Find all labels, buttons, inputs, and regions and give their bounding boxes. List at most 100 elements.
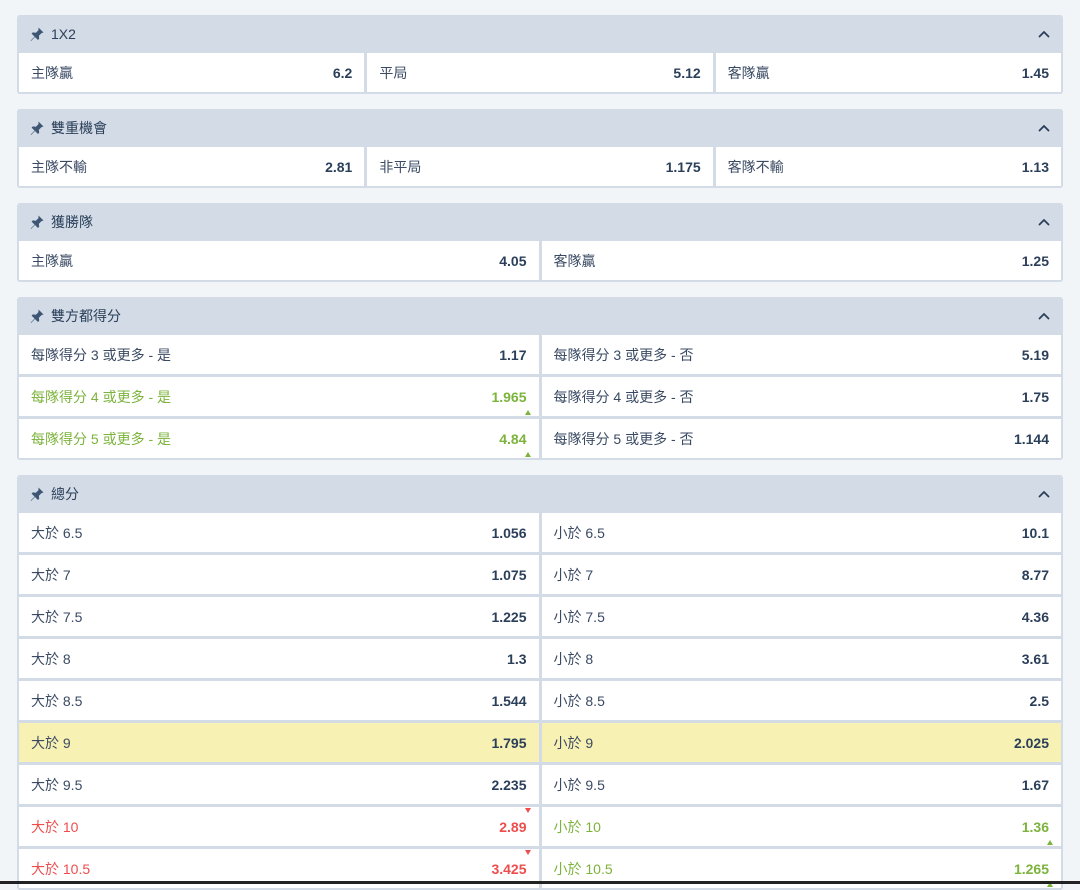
odds-button[interactable]: 小於 8 3.61 [541,639,1061,678]
odds-button[interactable]: 主隊不輸 2.81 [19,147,365,186]
odds-button[interactable]: 主隊贏 4.05 [19,241,539,280]
selection-label: 每隊得分 3 或更多 - 是 [31,346,172,363]
market-header[interactable]: 雙方都得分 [17,297,1063,335]
chevron-up-icon[interactable] [1037,215,1051,229]
market-header[interactable]: 獲勝隊 [17,203,1063,241]
selection-label: 小於 8.5 [553,692,605,709]
market-selections: 每隊得分 3 或更多 - 是 1.17 每隊得分 3 或更多 - 否 5.19 每隊得分… [17,335,1063,460]
odds-value: 1.175 [665,158,701,175]
odds-button[interactable]: 小於 7 8.77 [541,555,1061,594]
selection-row: 每隊得分 4 或更多 - 是 1.965 每隊得分 4 或更多 - 否 1.75 [19,377,1061,416]
selection-label: 主隊贏 [31,252,73,269]
chevron-up-icon[interactable] [1037,309,1051,323]
odds-value: 2.235 [491,776,527,793]
market-title: 1X2 [51,26,76,42]
selection-label: 小於 9.5 [553,776,605,793]
odds-button[interactable]: 大於 10 2.89 [19,807,539,846]
selection-row: 大於 7.5 1.225 小於 7.5 4.36 [19,597,1061,636]
odds-button[interactable]: 小於 10 1.36 [541,807,1061,846]
odds-value: 8.77 [1021,566,1049,583]
market-header[interactable]: 1X2 [17,15,1063,53]
odds-button[interactable]: 大於 8.5 1.544 [19,681,539,720]
market-selections: 主隊贏 6.2 平局 5.12 客隊贏 1.45 [17,53,1063,94]
selection-label: 客隊贏 [553,252,596,269]
odds-value: 1.13 [1021,158,1049,175]
odds-value: 1.144 [1013,430,1049,447]
odds-value: 4.05 [499,252,527,269]
odds-button[interactable]: 客隊不輸 1.13 [715,147,1061,186]
market-header[interactable]: 雙重機會 [17,109,1063,147]
odds-value: 1.795 [491,734,527,751]
pin-icon[interactable] [29,214,45,230]
selection-label: 每隊得分 5 或更多 - 是 [31,430,172,447]
chevron-up-icon[interactable] [1037,487,1051,501]
selection-label: 小於 7 [553,566,594,583]
selection-label: 每隊得分 3 或更多 - 否 [553,346,694,363]
chevron-up-icon[interactable] [1037,27,1051,41]
odds-button[interactable]: 每隊得分 4 或更多 - 是 1.965 [19,377,539,416]
odds-button[interactable]: 大於 6.5 1.056 [19,513,539,552]
odds-value: 2.5 [1029,692,1049,709]
pin-icon[interactable] [29,486,45,502]
market-panel: 獲勝隊主隊贏 4.05 客隊贏 1.25 [17,203,1063,282]
odds-value: 1.075 [491,566,527,583]
odds-button[interactable]: 主隊贏 6.2 [19,53,365,92]
arrow-up-icon [524,452,531,457]
odds-button[interactable]: 小於 9.5 1.67 [541,765,1061,804]
selection-row: 大於 7 1.075 小於 7 8.77 [19,555,1061,594]
pin-icon[interactable] [29,308,45,324]
odds-button[interactable]: 平局 5.12 [367,53,713,92]
market-header[interactable]: 總分 [17,475,1063,513]
selection-row: 主隊不輸 2.81 非平局 1.175 客隊不輸 1.13 [19,147,1061,186]
odds-value: 2.025 [1013,734,1049,751]
pin-icon[interactable] [29,26,45,42]
selection-label: 大於 6.5 [31,524,83,541]
odds-button[interactable]: 大於 9 1.795 [19,723,539,762]
odds-button[interactable]: 大於 7 1.075 [19,555,539,594]
odds-button[interactable]: 每隊得分 3 或更多 - 是 1.17 [19,335,539,374]
odds-value: 1.25 [1021,252,1049,269]
odds-value: 1.544 [491,692,527,709]
odds-button[interactable]: 大於 9.5 2.235 [19,765,539,804]
selection-label: 小於 10 [553,818,601,835]
selection-row: 大於 10 2.89 小於 10 1.36 [19,807,1061,846]
selection-label: 大於 10.5 [31,860,91,877]
selection-label: 大於 9 [31,734,71,751]
odds-button[interactable]: 小於 6.5 10.1 [541,513,1061,552]
selection-label: 大於 8.5 [31,692,83,709]
selection-row: 大於 9 1.795 小於 9 2.025 [19,723,1061,762]
selection-row: 每隊得分 3 或更多 - 是 1.17 每隊得分 3 或更多 - 否 5.19 [19,335,1061,374]
odds-button[interactable]: 非平局 1.175 [367,147,713,186]
odds-value: 2.81 [325,158,353,175]
odds-value: 4.84 [499,430,527,447]
arrow-up-icon [1047,840,1053,845]
arrow-down-icon [524,850,531,855]
market-panel: 雙重機會 主隊不輸 2.81 非平局 1.175 客隊不輸 1.13 [17,109,1063,188]
pin-icon[interactable] [29,120,45,136]
market-title: 獲勝隊 [51,214,93,230]
selection-row: 主隊贏 6.2 平局 5.12 客隊贏 1.45 [19,53,1061,92]
odds-button[interactable]: 每隊得分 5 或更多 - 否 1.144 [541,419,1061,458]
odds-button[interactable]: 客隊贏 1.25 [541,241,1061,280]
odds-button[interactable]: 大於 8 1.3 [19,639,539,678]
selection-label: 小於 9 [553,734,594,751]
selection-row: 大於 6.5 1.056 小於 6.5 10.1 [19,513,1061,552]
odds-button[interactable]: 小於 7.5 4.36 [541,597,1061,636]
selection-label: 小於 10.5 [553,860,613,877]
market-panel: 總分大於 6.5 1.056 小於 6.5 10.1 大於 7 1.075 小於 7 8.77… [17,475,1063,890]
selection-row: 大於 8.5 1.544 小於 8.5 2.5 [19,681,1061,720]
chevron-up-icon[interactable] [1037,121,1051,135]
odds-button[interactable]: 每隊得分 3 或更多 - 否 5.19 [541,335,1061,374]
odds-button[interactable]: 每隊得分 5 或更多 - 是 4.84 [19,419,539,458]
odds-value: 1.67 [1021,776,1049,793]
odds-value: 1.75 [1021,388,1049,405]
selection-label: 大於 7 [31,566,71,583]
selection-row: 大於 8 1.3 小於 8 3.61 [19,639,1061,678]
market-title: 總分 [51,486,79,502]
odds-button[interactable]: 客隊贏 1.45 [715,53,1061,92]
odds-button[interactable]: 每隊得分 4 或更多 - 否 1.75 [541,377,1061,416]
odds-button[interactable]: 小於 9 2.025 [541,723,1061,762]
selection-label: 小於 8 [553,650,594,667]
odds-button[interactable]: 小於 8.5 2.5 [541,681,1061,720]
odds-button[interactable]: 大於 7.5 1.225 [19,597,539,636]
